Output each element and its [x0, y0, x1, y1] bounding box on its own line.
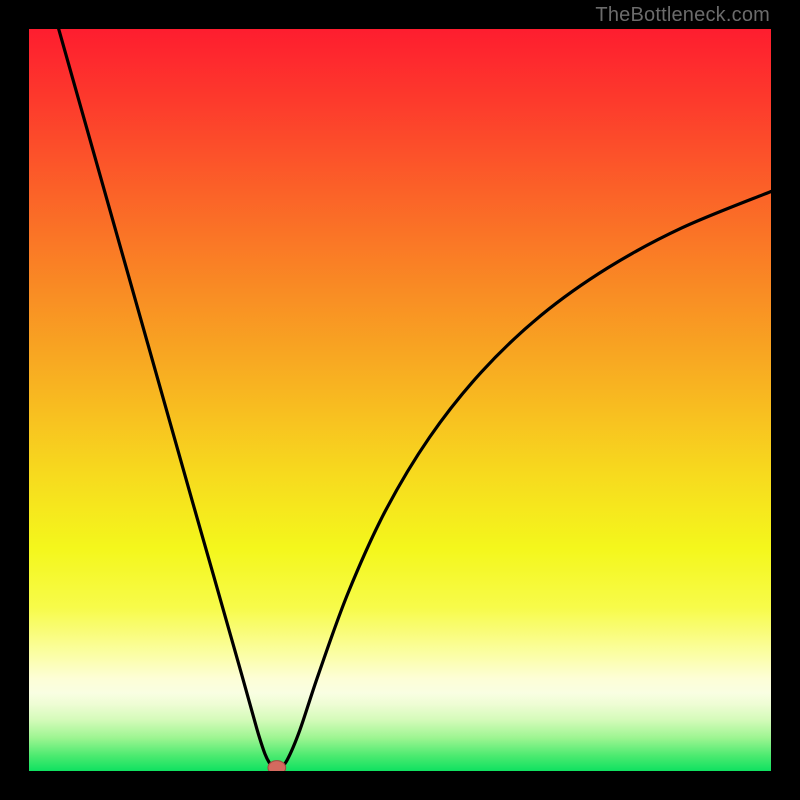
chart-frame	[29, 29, 771, 771]
gradient-background	[29, 29, 771, 771]
optimal-point-marker	[268, 761, 286, 771]
watermark-text: TheBottleneck.com	[595, 4, 770, 27]
bottleneck-chart	[29, 29, 771, 771]
